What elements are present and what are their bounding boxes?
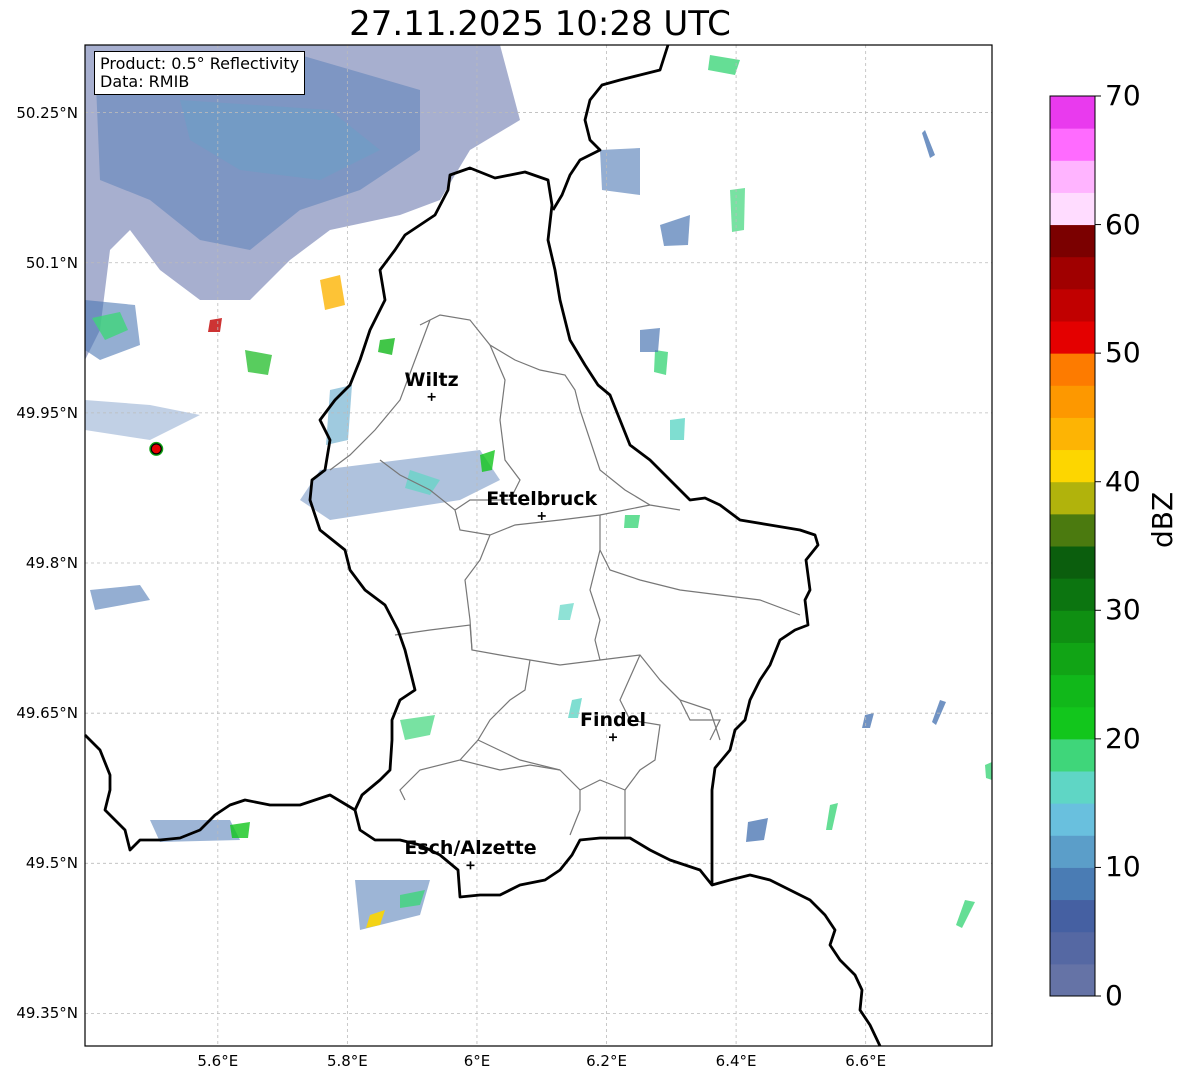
data-source-text: Data: RMIB <box>100 72 190 91</box>
lat-label: 49.65°N <box>16 704 78 723</box>
colorbar-segment <box>1050 610 1095 643</box>
colorbar-segment <box>1050 835 1095 868</box>
colorbar-segment <box>1050 224 1095 258</box>
lat-label: 49.35°N <box>16 1004 78 1023</box>
colorbar-segment <box>1050 867 1095 901</box>
lon-label: 5.6°E <box>197 1052 239 1070</box>
colorbar-tick: 70 <box>1105 79 1141 112</box>
colorbar-segment <box>1050 449 1095 483</box>
city-label-ettelbruck: Ettelbruck <box>486 487 598 510</box>
colorbar-segment <box>1050 417 1095 451</box>
lat-label: 49.95°N <box>16 403 78 422</box>
colorbar-segment <box>1050 192 1095 226</box>
lat-label: 49.5°N <box>25 854 78 873</box>
colorbar-segment <box>1050 128 1095 161</box>
colorbar-tick: 30 <box>1105 593 1141 627</box>
colorbar-segment <box>1050 321 1095 354</box>
lon-label: 6°E <box>463 1052 491 1070</box>
product-text: Product: 0.5° Reflectivity <box>100 54 300 73</box>
colorbar-segment <box>1050 771 1095 804</box>
colorbar-segment <box>1050 803 1095 836</box>
lon-label: 6.4°E <box>715 1052 757 1070</box>
colorbar-segment <box>1050 738 1095 772</box>
colorbar-label: dBZ <box>1146 491 1179 548</box>
colorbar-segment <box>1050 160 1095 193</box>
city-label-findel: Findel <box>579 709 647 732</box>
colorbar-tick: 60 <box>1105 207 1141 241</box>
colorbar-segment <box>1050 963 1095 997</box>
colorbar-tick: 50 <box>1105 336 1141 370</box>
colorbar-segment <box>1050 353 1095 386</box>
colorbar-tick: 40 <box>1105 464 1141 498</box>
lat-label: 49.8°N <box>25 554 78 573</box>
colorbar-segment <box>1050 931 1095 965</box>
colorbar-segment <box>1050 642 1095 676</box>
colorbar-tick: 10 <box>1105 850 1141 884</box>
colorbar-segment <box>1050 899 1095 933</box>
city-label-wiltz: Wiltz <box>404 368 459 391</box>
colorbar-segment <box>1050 546 1095 579</box>
colorbar-segment <box>1050 578 1095 611</box>
colorbar-segment <box>1050 256 1095 290</box>
colorbar-segment <box>1050 706 1095 740</box>
colorbar-segment <box>1050 288 1095 322</box>
colorbar <box>1049 95 1101 997</box>
lat-label: 50.1°N <box>25 253 78 272</box>
radar-site-marker <box>149 441 164 456</box>
colorbar-segment <box>1050 481 1095 515</box>
colorbar-segment <box>1050 96 1095 129</box>
city-label-esch-alzette: Esch/Alzette <box>404 837 537 860</box>
colorbar-tick: 20 <box>1105 721 1141 755</box>
colorbar-tick: 0 <box>1105 979 1123 1012</box>
lon-label: 6.6°E <box>845 1052 887 1070</box>
colorbar-segment <box>1050 385 1095 418</box>
lat-label: 50.25°N <box>16 103 78 122</box>
lon-label: 5.8°E <box>326 1052 368 1070</box>
product-info-box: Product: 0.5° Reflectivity Data: RMIB <box>94 51 306 95</box>
colorbar-segment <box>1050 513 1095 547</box>
radar-map <box>84 44 1101 1047</box>
colorbar-segment <box>1050 674 1095 708</box>
lon-label: 6.2°E <box>586 1052 627 1070</box>
